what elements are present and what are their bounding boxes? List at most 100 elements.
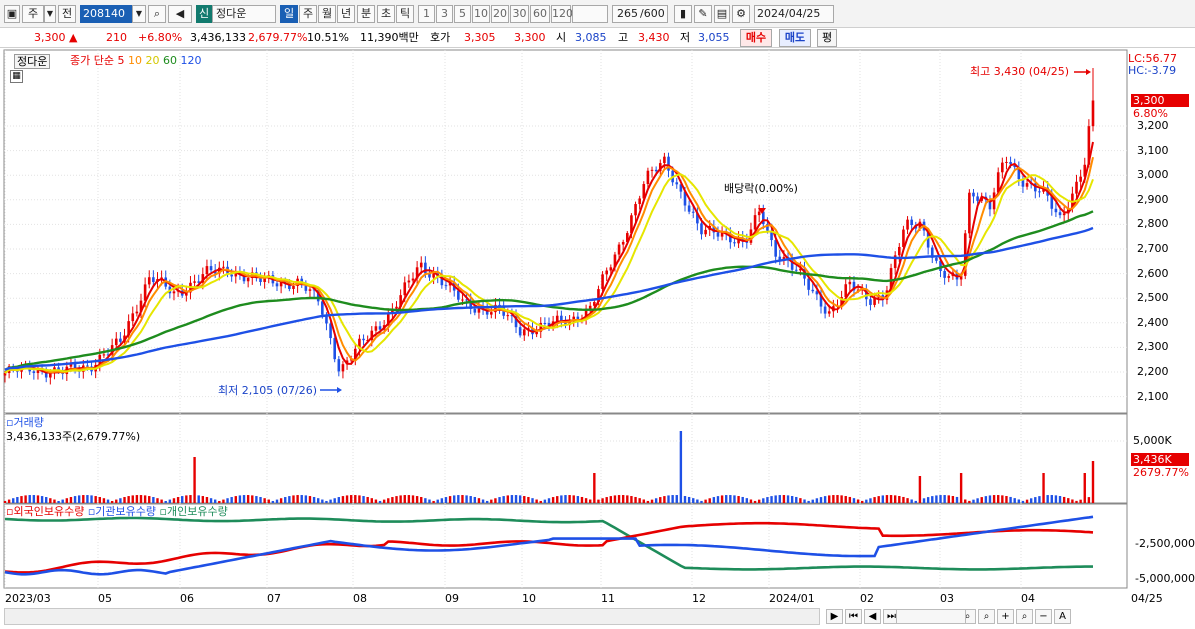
volume-bar <box>61 499 64 503</box>
ma-legend[interactable]: 종가 단순 5 10 20 60 120 <box>70 54 201 67</box>
scroll-control-icon[interactable]: ▶ <box>826 609 843 624</box>
scroll-control-icon[interactable]: ⌕ <box>1016 609 1033 624</box>
volume-bar <box>790 496 794 503</box>
period-tab[interactable]: 월 <box>318 5 336 23</box>
price-panel <box>3 49 1128 414</box>
volume-bar <box>877 496 880 503</box>
period-tab[interactable]: 틱 <box>396 5 414 23</box>
minute-tab[interactable]: 120 <box>551 5 573 23</box>
volume-bar <box>498 497 501 503</box>
volume-bar <box>510 495 514 503</box>
ma-60: 60 <box>162 54 177 67</box>
buy-button[interactable]: 매수 <box>740 29 772 47</box>
price-axis-label: 3,100 <box>1137 143 1169 157</box>
scroll-control-icon[interactable]: ⏮ <box>845 609 862 624</box>
chart-canvas[interactable] <box>0 48 1195 629</box>
volume-bar <box>873 497 876 503</box>
custom-period-select[interactable] <box>572 5 608 23</box>
chevron-down-icon[interactable]: ▼ <box>44 5 56 23</box>
volume-bar <box>799 498 802 503</box>
time-axis-label: 02 <box>860 592 874 605</box>
minute-tab[interactable]: 20 <box>491 5 509 23</box>
volume-bar <box>914 500 917 503</box>
volume-bar <box>547 498 551 503</box>
volume-bar <box>378 500 382 503</box>
volume-bar <box>341 496 345 503</box>
volume-bar <box>687 496 691 503</box>
price-axis-label: 2,500 <box>1137 291 1169 305</box>
volume-bar <box>288 496 291 503</box>
ma-20: 20 <box>145 54 160 67</box>
eval-button[interactable]: 평 <box>817 29 837 47</box>
candle-body <box>716 232 720 237</box>
volume-bar <box>910 499 913 503</box>
sell-button[interactable]: 매도 <box>779 29 811 47</box>
minute-tab[interactable]: 5 <box>454 5 471 23</box>
volume-bar <box>267 499 270 503</box>
window-icon[interactable]: ▣ <box>4 5 20 23</box>
table-icon[interactable]: ▦ <box>10 70 23 83</box>
candle-body <box>506 315 510 317</box>
scroll-track[interactable] <box>4 608 820 625</box>
candle-body <box>308 289 312 291</box>
minute-tab[interactable]: 3 <box>436 5 453 23</box>
volume-bar <box>156 498 159 503</box>
period-tab[interactable]: 초 <box>377 5 395 23</box>
search-icon[interactable]: ⌕ <box>148 5 166 23</box>
candle-icon[interactable]: ▮ <box>674 5 692 23</box>
volume-title: ▫거래량 <box>6 416 44 429</box>
candle-body <box>374 326 378 331</box>
code-input[interactable]: 208140 <box>80 5 132 23</box>
candle-body <box>419 262 423 268</box>
scroll-control-icon[interactable]: − <box>1035 609 1052 624</box>
period-tab[interactable]: 주 <box>299 5 317 23</box>
market-select[interactable]: 주 <box>22 5 44 23</box>
volume-bar <box>160 499 163 503</box>
holdings-legend[interactable]: ▫외국인보유수량 ▫기관보유수량 ▫개인보유수량 <box>6 505 228 518</box>
stock-chart[interactable]: 정다운 종가 단순 5 10 20 60 120 ▦ 최고 3,430 (04/… <box>0 48 1195 629</box>
time-axis-label: 2023/03 <box>5 592 51 605</box>
volume-bar <box>428 499 431 503</box>
volume-bar <box>139 495 143 503</box>
volume-bar <box>263 498 266 503</box>
scroll-control-icon[interactable]: + <box>997 609 1014 624</box>
prev-button[interactable]: 전 <box>58 5 76 23</box>
candle-body <box>691 211 695 213</box>
save-icon[interactable]: ▤ <box>714 5 730 23</box>
scroll-control-icon[interactable]: ◀ <box>864 609 881 624</box>
volume-bar <box>712 497 716 503</box>
minute-tab[interactable]: 1 <box>418 5 435 23</box>
period-tab[interactable]: 년 <box>337 5 355 23</box>
speaker-icon[interactable]: ◀ <box>168 5 192 23</box>
candle-body <box>147 277 151 285</box>
scroll-control-icon[interactable]: ⌕ <box>978 609 995 624</box>
candle-body <box>518 327 522 336</box>
stock-label[interactable]: 정다운 <box>14 54 51 69</box>
period-tab[interactable]: 일 <box>280 5 298 23</box>
minute-tab[interactable]: 10 <box>472 5 490 23</box>
candle-body <box>646 170 650 185</box>
volume-bar <box>601 498 604 503</box>
price-change: 210 <box>106 31 127 44</box>
price-tag: 3,300 <box>1131 94 1189 107</box>
period-tab[interactable]: 분 <box>357 5 375 23</box>
pen-icon[interactable]: ✎ <box>694 5 712 23</box>
scroll-control-icon[interactable]: A <box>1054 609 1071 624</box>
zoom-slider[interactable] <box>896 609 966 624</box>
minute-tab[interactable]: 30 <box>510 5 529 23</box>
count-input[interactable]: 265 <box>612 5 640 23</box>
dividend-annotation: 배당락(0.00%) <box>724 182 798 195</box>
volume-bar <box>98 497 101 503</box>
stock-name[interactable]: 정다운 <box>212 5 276 23</box>
candle-body <box>543 323 547 325</box>
minute-tab[interactable]: 60 <box>530 5 550 23</box>
ask-price: 3,305 <box>464 31 496 44</box>
chevron-down-icon[interactable]: ▼ <box>132 5 146 23</box>
volume-bar <box>984 496 988 503</box>
volume-bar <box>869 498 872 503</box>
candle-body <box>114 338 118 346</box>
gear-icon[interactable]: ⚙ <box>732 5 750 23</box>
date-input[interactable]: 2024/04/25 <box>754 5 834 23</box>
volume-bar <box>506 495 509 503</box>
time-axis-end: 04/25 <box>1131 592 1163 605</box>
